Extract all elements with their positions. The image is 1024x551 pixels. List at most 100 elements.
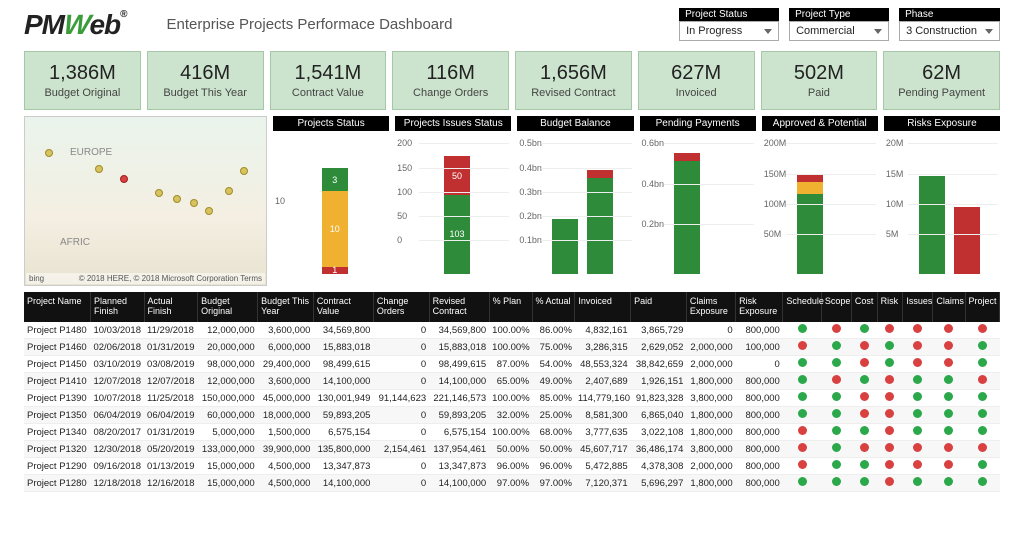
status-dot: [798, 460, 807, 469]
status-dot: [978, 443, 987, 452]
status-dot: [832, 426, 841, 435]
status-dot: [885, 460, 894, 469]
table-row[interactable]: Project P132012/30/201805/20/2019133,000…: [24, 441, 1000, 458]
kpi-label: Change Orders: [397, 87, 504, 99]
status-dot: [798, 477, 807, 486]
table-row[interactable]: Project P141012/07/201812/07/201812,000,…: [24, 373, 1000, 390]
kpi-value: 416M: [152, 62, 259, 85]
kpi-card[interactable]: 1,656MRevised Contract: [515, 51, 632, 110]
charts-row: EUROPE AFRIC bing © 2018 HERE, © 2018 Mi…: [0, 116, 1024, 292]
status-dot: [798, 443, 807, 452]
status-dot: [832, 375, 841, 384]
filter-select-type[interactable]: Commercial: [789, 21, 889, 41]
table-row[interactable]: Project P139010/07/201811/25/2018150,000…: [24, 390, 1000, 407]
column-header[interactable]: % Actual: [532, 292, 575, 322]
status-dot: [860, 392, 869, 401]
status-dot: [860, 443, 869, 452]
column-header[interactable]: Planned Finish: [90, 292, 144, 322]
kpi-label: Contract Value: [275, 87, 382, 99]
chart-projects-status[interactable]: Projects Status 10 3101: [273, 116, 389, 286]
status-dot: [832, 341, 841, 350]
column-header[interactable]: Invoiced: [575, 292, 631, 322]
status-dot: [944, 409, 953, 418]
status-dot: [978, 324, 987, 333]
status-dot: [885, 392, 894, 401]
column-header[interactable]: Contract Value: [313, 292, 373, 322]
chart-budget-balance[interactable]: Budget Balance 0.5bn0.4bn0.3bn0.2bn0.1bn: [517, 116, 633, 286]
column-header[interactable]: Change Orders: [373, 292, 429, 322]
status-dot: [913, 392, 922, 401]
filter-select-phase[interactable]: 3 Construction: [899, 21, 1000, 41]
chart-approved-potential[interactable]: Approved & Potential 200M150M100M50M: [762, 116, 878, 286]
column-header[interactable]: Project Name: [24, 292, 90, 322]
kpi-card[interactable]: 627MInvoiced: [638, 51, 755, 110]
kpi-card[interactable]: 1,386M Budget Original: [24, 51, 141, 110]
kpi-label: Budget Original: [29, 87, 136, 99]
status-dot: [885, 409, 894, 418]
table-row[interactable]: Project P148010/03/201811/29/201812,000,…: [24, 322, 1000, 339]
kpi-value: 627M: [643, 62, 750, 85]
table-row[interactable]: Project P129009/16/201801/13/201915,000,…: [24, 458, 1000, 475]
status-dot: [913, 375, 922, 384]
column-header[interactable]: Scope: [821, 292, 851, 322]
status-dot: [944, 324, 953, 333]
table-row[interactable]: Project P128012/18/201812/16/201815,000,…: [24, 475, 1000, 492]
kpi-label: Pending Payment: [888, 87, 995, 99]
column-header[interactable]: Cost: [851, 292, 877, 322]
chart-risks-exposure[interactable]: Risks Exposure 20M15M10M5M: [884, 116, 1000, 286]
column-header[interactable]: Budget This Year: [258, 292, 314, 322]
column-header[interactable]: Claims: [933, 292, 965, 322]
projects-table[interactable]: Project NamePlanned FinishActual FinishB…: [24, 292, 1000, 492]
kpi-card[interactable]: 116M Change Orders: [392, 51, 509, 110]
status-dot: [798, 324, 807, 333]
kpi-card[interactable]: 416MBudget This Year: [147, 51, 264, 110]
status-dot: [832, 358, 841, 367]
status-dot: [798, 375, 807, 384]
kpi-value: 502M: [766, 62, 873, 85]
table-row[interactable]: Project P134008/20/201701/31/20195,000,0…: [24, 424, 1000, 441]
status-dot: [944, 443, 953, 452]
column-header[interactable]: Actual Finish: [144, 292, 198, 322]
table-row[interactable]: Project P145003/10/201903/08/201998,000,…: [24, 356, 1000, 373]
filter-select-status[interactable]: In Progress: [679, 21, 779, 41]
status-dot: [944, 426, 953, 435]
status-dot: [913, 358, 922, 367]
chart-issues-status[interactable]: Projects Issues Status 50103 20015010050…: [395, 116, 511, 286]
column-header[interactable]: Paid: [631, 292, 687, 322]
kpi-card[interactable]: 62MPending Payment: [883, 51, 1000, 110]
kpi-value: 1,541M: [275, 62, 382, 85]
column-header[interactable]: Risk: [877, 292, 903, 322]
column-header[interactable]: % Plan: [489, 292, 532, 322]
column-header[interactable]: Budget Original: [198, 292, 258, 322]
table-row[interactable]: Project P135006/04/201906/04/201960,000,…: [24, 407, 1000, 424]
column-header[interactable]: Issues: [903, 292, 933, 322]
chevron-down-icon: [764, 29, 772, 34]
status-dot: [832, 477, 841, 486]
status-dot: [860, 426, 869, 435]
status-dot: [860, 341, 869, 350]
status-dot: [860, 358, 869, 367]
chevron-down-icon: [874, 29, 882, 34]
map[interactable]: EUROPE AFRIC bing © 2018 HERE, © 2018 Mi…: [24, 116, 267, 286]
status-dot: [885, 443, 894, 452]
status-dot: [860, 375, 869, 384]
kpi-value: 1,386M: [29, 62, 136, 85]
status-dot: [860, 477, 869, 486]
status-dot: [913, 460, 922, 469]
chart-pending-payments[interactable]: Pending Payments 0.6bn0.4bn0.2bn: [640, 116, 756, 286]
status-dot: [944, 375, 953, 384]
kpi-value: 116M: [397, 62, 504, 85]
kpi-card[interactable]: 502MPaid: [761, 51, 878, 110]
status-dot: [885, 477, 894, 486]
status-dot: [944, 477, 953, 486]
column-header[interactable]: Schedule: [783, 292, 822, 322]
page-title: Enterprise Projects Performace Dashboard: [167, 16, 453, 33]
table-row[interactable]: Project P146002/06/201801/31/201920,000,…: [24, 339, 1000, 356]
filter-label-phase: Phase: [899, 8, 1000, 21]
column-header[interactable]: Project: [965, 292, 1000, 322]
column-header[interactable]: Claims Exposure: [686, 292, 735, 322]
kpi-card[interactable]: 1,541M Contract Value: [270, 51, 387, 110]
column-header[interactable]: Revised Contract: [429, 292, 489, 322]
status-dot: [885, 341, 894, 350]
column-header[interactable]: Risk Exposure: [736, 292, 783, 322]
